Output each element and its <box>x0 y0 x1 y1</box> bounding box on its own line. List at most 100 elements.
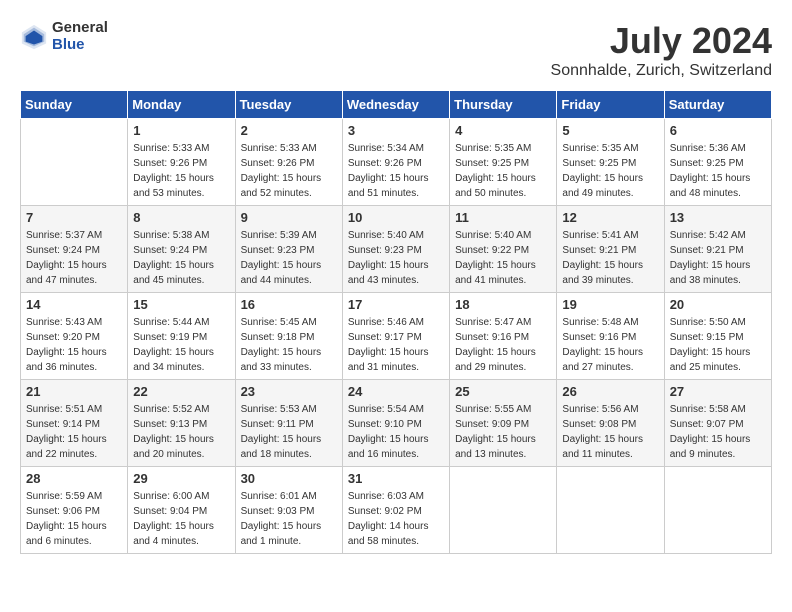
cell-info: Sunrise: 6:01 AMSunset: 9:03 PMDaylight:… <box>241 489 337 549</box>
cell-info: Sunrise: 5:55 AMSunset: 9:09 PMDaylight:… <box>455 402 551 462</box>
weekday-header-row: SundayMondayTuesdayWednesdayThursdayFrid… <box>21 91 772 119</box>
calendar-cell <box>21 119 128 206</box>
calendar-cell: 16 Sunrise: 5:45 AMSunset: 9:18 PMDayligh… <box>235 293 342 380</box>
day-number: 11 <box>455 210 551 225</box>
cell-info: Sunrise: 5:58 AMSunset: 9:07 PMDaylight:… <box>670 402 766 462</box>
cell-info: Sunrise: 5:35 AMSunset: 9:25 PMDaylight:… <box>455 141 551 201</box>
calendar-cell: 14 Sunrise: 5:43 AMSunset: 9:20 PMDayligh… <box>21 293 128 380</box>
calendar-cell: 17 Sunrise: 5:46 AMSunset: 9:17 PMDayligh… <box>342 293 449 380</box>
cell-info: Sunrise: 5:45 AMSunset: 9:18 PMDaylight:… <box>241 315 337 375</box>
calendar-cell: 28 Sunrise: 5:59 AMSunset: 9:06 PMDayligh… <box>21 467 128 554</box>
cell-info: Sunrise: 5:48 AMSunset: 9:16 PMDaylight:… <box>562 315 658 375</box>
cell-info: Sunrise: 6:03 AMSunset: 9:02 PMDaylight:… <box>348 489 444 549</box>
weekday-header-monday: Monday <box>128 91 235 119</box>
logo-icon <box>20 23 48 51</box>
calendar-cell: 27 Sunrise: 5:58 AMSunset: 9:07 PMDayligh… <box>664 380 771 467</box>
week-row-5: 28 Sunrise: 5:59 AMSunset: 9:06 PMDayligh… <box>21 467 772 554</box>
week-row-3: 14 Sunrise: 5:43 AMSunset: 9:20 PMDayligh… <box>21 293 772 380</box>
location-title: Sonnhalde, Zurich, Switzerland <box>551 62 772 80</box>
calendar-cell: 5 Sunrise: 5:35 AMSunset: 9:25 PMDaylight… <box>557 119 664 206</box>
calendar-cell: 4 Sunrise: 5:35 AMSunset: 9:25 PMDaylight… <box>450 119 557 206</box>
weekday-header-wednesday: Wednesday <box>342 91 449 119</box>
day-number: 19 <box>562 297 658 312</box>
weekday-header-sunday: Sunday <box>21 91 128 119</box>
weekday-header-thursday: Thursday <box>450 91 557 119</box>
day-number: 2 <box>241 123 337 138</box>
day-number: 31 <box>348 471 444 486</box>
calendar-cell: 20 Sunrise: 5:50 AMSunset: 9:15 PMDayligh… <box>664 293 771 380</box>
calendar-cell: 30 Sunrise: 6:01 AMSunset: 9:03 PMDayligh… <box>235 467 342 554</box>
calendar-cell <box>450 467 557 554</box>
day-number: 21 <box>26 384 122 399</box>
cell-info: Sunrise: 5:53 AMSunset: 9:11 PMDaylight:… <box>241 402 337 462</box>
calendar-cell: 6 Sunrise: 5:36 AMSunset: 9:25 PMDaylight… <box>664 119 771 206</box>
day-number: 29 <box>133 471 229 486</box>
cell-info: Sunrise: 5:37 AMSunset: 9:24 PMDaylight:… <box>26 228 122 288</box>
day-number: 6 <box>670 123 766 138</box>
cell-info: Sunrise: 5:59 AMSunset: 9:06 PMDaylight:… <box>26 489 122 549</box>
calendar-table: SundayMondayTuesdayWednesdayThursdayFrid… <box>20 90 772 554</box>
calendar-cell: 1Sunrise: 5:33 AMSunset: 9:26 PMDaylight… <box>128 119 235 206</box>
logo: General Blue <box>20 20 108 53</box>
day-number: 8 <box>133 210 229 225</box>
day-number: 3 <box>348 123 444 138</box>
calendar-cell: 25 Sunrise: 5:55 AMSunset: 9:09 PMDayligh… <box>450 380 557 467</box>
day-number: 26 <box>562 384 658 399</box>
day-number: 9 <box>241 210 337 225</box>
cell-info: Sunrise: 5:51 AMSunset: 9:14 PMDaylight:… <box>26 402 122 462</box>
calendar-cell: 26 Sunrise: 5:56 AMSunset: 9:08 PMDayligh… <box>557 380 664 467</box>
cell-info: Sunrise: 5:33 AMSunset: 9:26 PMDaylight:… <box>241 141 337 201</box>
month-title: July 2024 <box>551 20 772 62</box>
calendar-cell: 15 Sunrise: 5:44 AMSunset: 9:19 PMDayligh… <box>128 293 235 380</box>
cell-info: Sunrise: 5:38 AMSunset: 9:24 PMDaylight:… <box>133 228 229 288</box>
day-number: 22 <box>133 384 229 399</box>
day-number: 27 <box>670 384 766 399</box>
day-number: 30 <box>241 471 337 486</box>
day-number: 15 <box>133 297 229 312</box>
calendar-cell: 24Sunrise: 5:54 AMSunset: 9:10 PMDayligh… <box>342 380 449 467</box>
calendar-cell: 9Sunrise: 5:39 AMSunset: 9:23 PMDaylight… <box>235 206 342 293</box>
cell-info: Sunrise: 5:50 AMSunset: 9:15 PMDaylight:… <box>670 315 766 375</box>
calendar-cell: 21 Sunrise: 5:51 AMSunset: 9:14 PMDayligh… <box>21 380 128 467</box>
week-row-2: 7 Sunrise: 5:37 AMSunset: 9:24 PMDaylight… <box>21 206 772 293</box>
day-number: 5 <box>562 123 658 138</box>
cell-info: Sunrise: 5:54 AMSunset: 9:10 PMDaylight:… <box>348 402 444 462</box>
calendar-cell: 22Sunrise: 5:52 AMSunset: 9:13 PMDayligh… <box>128 380 235 467</box>
cell-info: Sunrise: 5:47 AMSunset: 9:16 PMDaylight:… <box>455 315 551 375</box>
day-number: 12 <box>562 210 658 225</box>
cell-info: Sunrise: 5:56 AMSunset: 9:08 PMDaylight:… <box>562 402 658 462</box>
calendar-cell: 23Sunrise: 5:53 AMSunset: 9:11 PMDayligh… <box>235 380 342 467</box>
calendar-cell: 29Sunrise: 6:00 AMSunset: 9:04 PMDayligh… <box>128 467 235 554</box>
day-number: 1 <box>133 123 229 138</box>
cell-info: Sunrise: 5:40 AMSunset: 9:23 PMDaylight:… <box>348 228 444 288</box>
day-number: 7 <box>26 210 122 225</box>
day-number: 28 <box>26 471 122 486</box>
day-number: 17 <box>348 297 444 312</box>
day-number: 18 <box>455 297 551 312</box>
day-number: 14 <box>26 297 122 312</box>
cell-info: Sunrise: 5:46 AMSunset: 9:17 PMDaylight:… <box>348 315 444 375</box>
cell-info: Sunrise: 5:36 AMSunset: 9:25 PMDaylight:… <box>670 141 766 201</box>
calendar-cell <box>557 467 664 554</box>
day-number: 4 <box>455 123 551 138</box>
day-number: 13 <box>670 210 766 225</box>
day-number: 20 <box>670 297 766 312</box>
cell-info: Sunrise: 5:43 AMSunset: 9:20 PMDaylight:… <box>26 315 122 375</box>
day-number: 25 <box>455 384 551 399</box>
weekday-header-tuesday: Tuesday <box>235 91 342 119</box>
cell-info: Sunrise: 5:35 AMSunset: 9:25 PMDaylight:… <box>562 141 658 201</box>
calendar-cell <box>664 467 771 554</box>
calendar-cell: 2 Sunrise: 5:33 AMSunset: 9:26 PMDaylight… <box>235 119 342 206</box>
cell-info: Sunrise: 5:44 AMSunset: 9:19 PMDaylight:… <box>133 315 229 375</box>
calendar-cell: 11 Sunrise: 5:40 AMSunset: 9:22 PMDayligh… <box>450 206 557 293</box>
header: General Blue July 2024 Sonnhalde, Zurich… <box>20 20 772 80</box>
week-row-1: 1 Sunrise: 5:33 AMSunset: 9:26 PMDaylight… <box>21 119 772 206</box>
day-number: 16 <box>241 297 337 312</box>
weekday-header-saturday: Saturday <box>664 91 771 119</box>
cell-info: Sunrise: 5:40 AMSunset: 9:22 PMDaylight:… <box>455 228 551 288</box>
calendar-cell: 3Sunrise: 5:34 AMSunset: 9:26 PMDaylight… <box>342 119 449 206</box>
week-row-4: 21 Sunrise: 5:51 AMSunset: 9:14 PMDayligh… <box>21 380 772 467</box>
calendar-cell: 19 Sunrise: 5:48 AMSunset: 9:16 PMDayligh… <box>557 293 664 380</box>
calendar-cell: 8 Sunrise: 5:38 AMSunset: 9:24 PMDaylight… <box>128 206 235 293</box>
calendar-cell: 18 Sunrise: 5:47 AMSunset: 9:16 PMDayligh… <box>450 293 557 380</box>
